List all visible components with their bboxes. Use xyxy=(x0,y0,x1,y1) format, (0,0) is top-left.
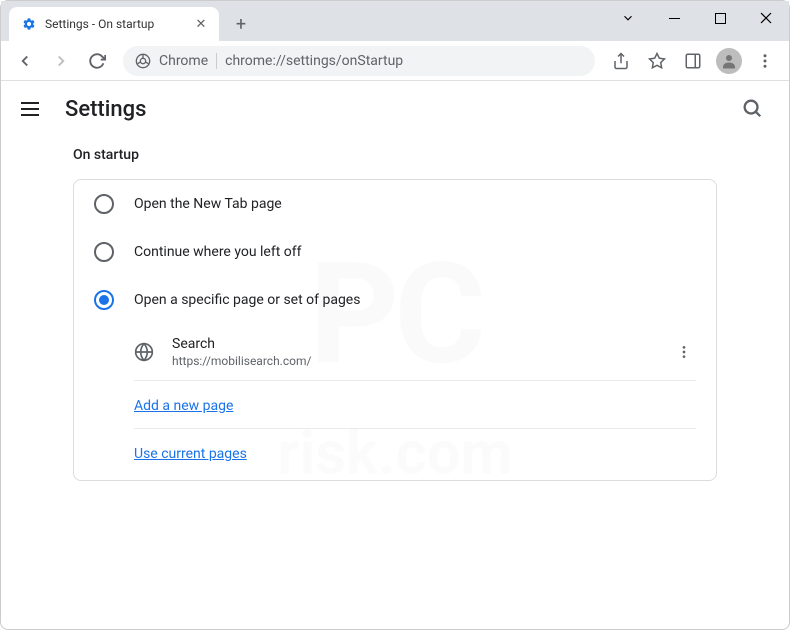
settings-content: On startup Open the New Tab page Continu… xyxy=(1,137,789,501)
reload-button[interactable] xyxy=(81,45,113,77)
chevron-down-icon[interactable] xyxy=(605,2,651,34)
use-current-row: Use current pages xyxy=(134,429,696,480)
radio-button xyxy=(94,242,114,262)
add-page-link[interactable]: Add a new page xyxy=(134,398,233,414)
use-current-pages-link[interactable]: Use current pages xyxy=(134,446,247,462)
page-info: Search https://mobilisearch.com/ xyxy=(172,336,654,368)
address-bar[interactable]: Chrome chrome://settings/onStartup xyxy=(123,46,595,76)
chrome-icon xyxy=(135,53,151,69)
tab-title: Settings - On startup xyxy=(45,17,185,31)
side-panel-icon[interactable] xyxy=(677,45,709,77)
kebab-menu-icon[interactable] xyxy=(749,45,781,77)
section-title: On startup xyxy=(73,147,717,163)
page-url: https://mobilisearch.com/ xyxy=(172,354,654,368)
radio-label: Continue where you left off xyxy=(134,244,302,260)
radio-button xyxy=(94,194,114,214)
profile-avatar[interactable] xyxy=(713,45,745,77)
radio-label: Open a specific page or set of pages xyxy=(134,292,360,308)
forward-button[interactable] xyxy=(45,45,77,77)
radio-option-new-tab[interactable]: Open the New Tab page xyxy=(74,180,716,228)
maximize-button[interactable] xyxy=(697,2,743,34)
browser-tab[interactable]: Settings - On startup ✕ xyxy=(9,7,219,41)
startup-options-card: Open the New Tab page Continue where you… xyxy=(73,179,717,481)
bookmark-icon[interactable] xyxy=(641,45,673,77)
omnibox-url: chrome://settings/onStartup xyxy=(225,53,583,69)
close-icon[interactable]: ✕ xyxy=(193,16,209,32)
new-tab-button[interactable]: + xyxy=(227,10,255,38)
hamburger-menu-icon[interactable] xyxy=(21,97,45,121)
search-icon[interactable] xyxy=(741,97,765,121)
radio-button-selected xyxy=(94,290,114,310)
page-name: Search xyxy=(172,336,654,352)
browser-titlebar: Settings - On startup ✕ + xyxy=(1,1,789,41)
startup-pages-list: Search https://mobilisearch.com/ Add a n… xyxy=(134,324,696,480)
window-controls xyxy=(605,1,789,35)
minimize-button[interactable] xyxy=(651,2,697,34)
radio-option-continue[interactable]: Continue where you left off xyxy=(74,228,716,276)
browser-toolbar: Chrome chrome://settings/onStartup xyxy=(1,41,789,81)
radio-option-specific-pages[interactable]: Open a specific page or set of pages xyxy=(74,276,716,324)
page-title: Settings xyxy=(65,97,146,122)
page-entry: Search https://mobilisearch.com/ xyxy=(134,324,696,381)
globe-icon xyxy=(134,342,154,362)
back-button[interactable] xyxy=(9,45,41,77)
gear-icon xyxy=(21,16,37,32)
kebab-menu-icon[interactable] xyxy=(672,340,696,364)
radio-label: Open the New Tab page xyxy=(134,196,282,212)
share-icon[interactable] xyxy=(605,45,637,77)
settings-header: Settings xyxy=(1,81,789,137)
add-page-row: Add a new page xyxy=(134,381,696,429)
window-close-button[interactable] xyxy=(743,2,789,34)
omnibox-prefix: Chrome xyxy=(159,53,217,69)
